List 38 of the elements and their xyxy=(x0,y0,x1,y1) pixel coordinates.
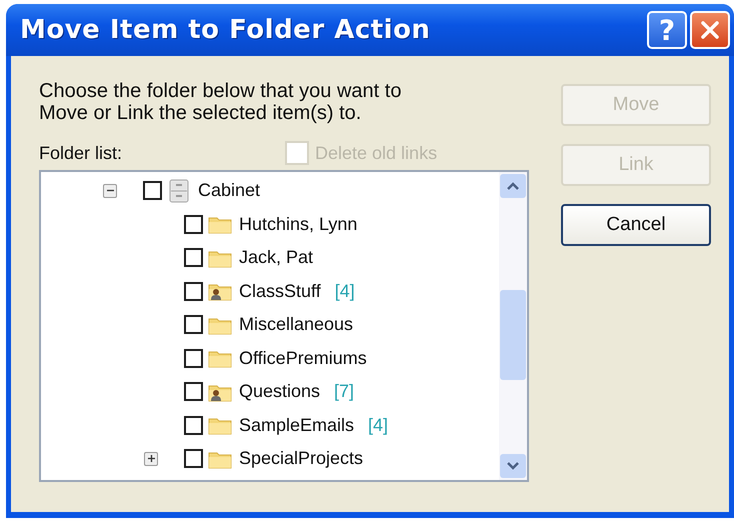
checkbox[interactable] xyxy=(184,382,203,402)
dialog-button[interactable]: Cancel xyxy=(561,204,711,246)
checkbox[interactable] xyxy=(143,181,162,200)
folder-name[interactable]: SpecialProjects xyxy=(239,448,364,470)
checkbox[interactable] xyxy=(184,214,203,234)
folder-name[interactable]: OfficePremiums xyxy=(239,348,367,369)
scrollbar[interactable] xyxy=(499,172,527,480)
scroll-up-button[interactable] xyxy=(500,174,526,198)
scroll-down-button[interactable] xyxy=(500,454,526,478)
folder-name[interactable]: Miscellaneous xyxy=(239,314,354,336)
cabinet-icon xyxy=(169,178,189,203)
checkbox[interactable] xyxy=(184,282,203,301)
checkbox[interactable] xyxy=(184,248,203,268)
close-button[interactable] xyxy=(690,11,730,49)
folder-name[interactable]: Cabinet xyxy=(198,180,260,202)
help-button[interactable]: ? xyxy=(647,11,687,49)
item-count: [4] xyxy=(334,280,355,302)
checkbox[interactable] xyxy=(184,348,203,368)
folder-list-label: Folder list: xyxy=(39,142,124,164)
chevron-up-icon xyxy=(507,182,519,190)
item-count: [7] xyxy=(334,381,354,402)
folder-name[interactable]: Questions xyxy=(239,381,320,402)
window-title: Move Item to Folder Action xyxy=(20,15,432,45)
item-count: [4] xyxy=(368,414,388,436)
checkbox[interactable] xyxy=(184,416,203,435)
folder-name[interactable]: SampleEmails xyxy=(239,414,354,436)
collapse-button[interactable] xyxy=(103,184,117,198)
checkbox[interactable] xyxy=(184,315,203,334)
folder-name[interactable]: ClassStuff xyxy=(239,280,321,302)
folder-name[interactable]: Jack, Pat xyxy=(239,247,314,268)
chevron-down-icon xyxy=(507,462,519,470)
folder-name[interactable]: Hutchins, Lynn xyxy=(239,214,358,235)
scroll-thumb[interactable] xyxy=(500,290,526,380)
plus-icon xyxy=(146,454,156,464)
expand-button[interactable] xyxy=(144,452,158,466)
close-icon xyxy=(699,19,721,41)
instruction-text: Choose the folder below that you want to Move or Link the selected item(s) to. xyxy=(39,80,402,124)
checkbox[interactable] xyxy=(184,449,203,468)
